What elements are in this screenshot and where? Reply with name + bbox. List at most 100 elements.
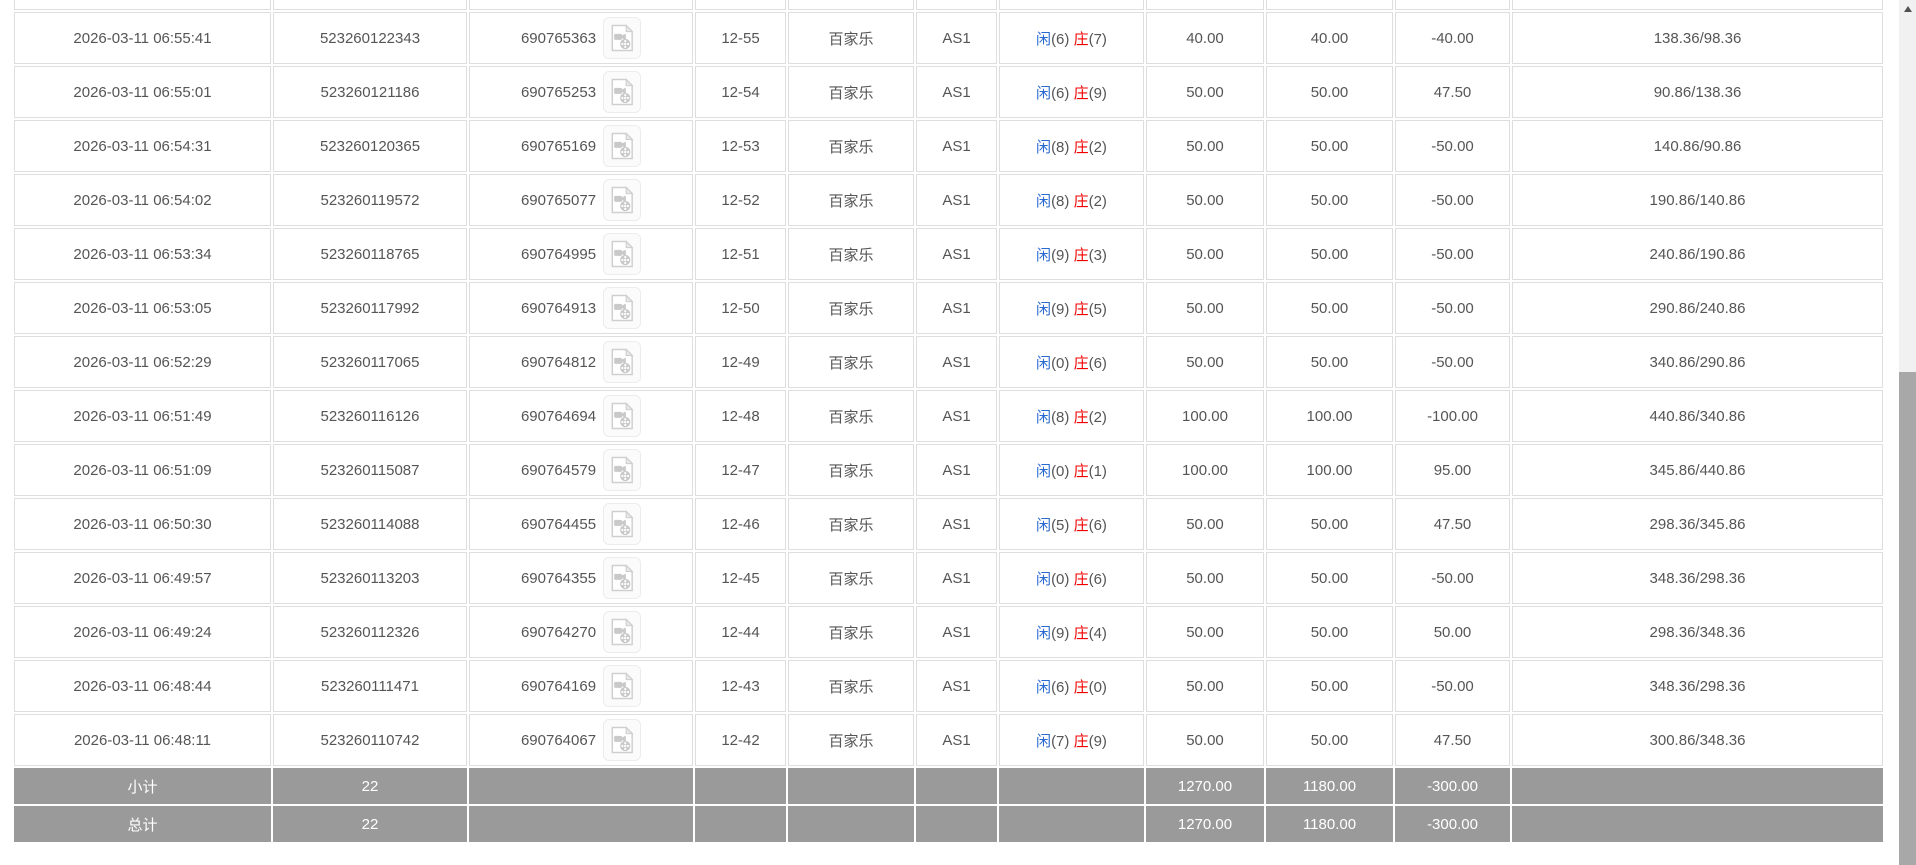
- video-replay-button[interactable]: [603, 503, 641, 545]
- clipped-cell: [14, 0, 271, 10]
- cell-result: 闲(8) 庄(2): [999, 174, 1144, 226]
- cell-game-type: 百家乐: [788, 336, 914, 388]
- cell-table-name: AS1: [916, 552, 997, 604]
- cell-round: 12-44: [695, 606, 786, 658]
- player-score: (9): [1051, 301, 1069, 318]
- player-label: 闲: [1036, 355, 1051, 372]
- cell-balance: 190.86/140.86: [1512, 174, 1883, 226]
- cell-balance: 140.86/90.86: [1512, 120, 1883, 172]
- banker-label: 庄: [1074, 679, 1089, 696]
- cell-result: 闲(9) 庄(5): [999, 282, 1144, 334]
- player-score: (5): [1051, 517, 1069, 534]
- cell-game-type: 百家乐: [788, 390, 914, 442]
- banker-label: 庄: [1074, 301, 1089, 318]
- vertical-scrollbar[interactable]: [1899, 0, 1916, 865]
- cell-round: 12-43: [695, 660, 786, 712]
- cell-game-no: 690764169: [469, 660, 693, 712]
- cell-bet-amount: 50.00: [1146, 66, 1264, 118]
- game-no-text: 690764270: [521, 624, 596, 641]
- cell-balance: 340.86/290.86: [1512, 336, 1883, 388]
- cell-win-loss: 47.50: [1395, 714, 1510, 766]
- video-replay-button[interactable]: [603, 557, 641, 599]
- cell-bet-time: 2026-03-11 06:53:34: [14, 228, 271, 280]
- video-replay-button[interactable]: [603, 611, 641, 653]
- cell-game-type: 百家乐: [788, 606, 914, 658]
- clipped-cell: [916, 0, 997, 10]
- clipped-cell: [469, 0, 693, 10]
- cell-table-name: AS1: [916, 120, 997, 172]
- cell-valid-amount: 100.00: [1266, 390, 1393, 442]
- video-file-icon: [610, 618, 634, 646]
- player-label: 闲: [1036, 193, 1051, 210]
- video-replay-button[interactable]: [603, 665, 641, 707]
- cell-game-type: 百家乐: [788, 552, 914, 604]
- game-no-wrap: 690765253: [521, 71, 641, 113]
- cell-round: 12-49: [695, 336, 786, 388]
- cell-round: 12-42: [695, 714, 786, 766]
- table-row: 2026-03-11 06:49:57523260113203690764355…: [14, 552, 1883, 604]
- summary-label: 小计: [14, 768, 271, 804]
- video-file-icon: [610, 510, 634, 538]
- banker-score: (9): [1089, 85, 1107, 102]
- banker-label: 庄: [1074, 463, 1089, 480]
- video-replay-button[interactable]: [603, 341, 641, 383]
- cell-game-type: 百家乐: [788, 66, 914, 118]
- cell-game-no: 690764579: [469, 444, 693, 496]
- cell-round: 12-55: [695, 12, 786, 64]
- scroll-up-button[interactable]: [1899, 0, 1916, 17]
- summary-label: 总计: [14, 806, 271, 842]
- cell-game-type: 百家乐: [788, 282, 914, 334]
- cell-table-name: AS1: [916, 714, 997, 766]
- cell-valid-amount: 50.00: [1266, 120, 1393, 172]
- scrollbar-thumb[interactable]: [1899, 372, 1916, 865]
- cell-bet-time: 2026-03-11 06:50:30: [14, 498, 271, 550]
- cell-win-loss: -50.00: [1395, 660, 1510, 712]
- video-replay-button[interactable]: [603, 449, 641, 491]
- table-row: 2026-03-11 06:49:24523260112326690764270…: [14, 606, 1883, 658]
- video-replay-button[interactable]: [603, 125, 641, 167]
- video-replay-button[interactable]: [603, 233, 641, 275]
- cell-order-no: 523260120365: [273, 120, 467, 172]
- video-replay-button[interactable]: [603, 71, 641, 113]
- video-replay-button[interactable]: [603, 17, 641, 59]
- video-file-icon: [610, 726, 634, 754]
- table-row: 2026-03-11 06:53:05523260117992690764913…: [14, 282, 1883, 334]
- cell-order-no: 523260117065: [273, 336, 467, 388]
- video-replay-button[interactable]: [603, 395, 641, 437]
- cell-balance: 298.36/348.36: [1512, 606, 1883, 658]
- cell-bet-amount: 50.00: [1146, 606, 1264, 658]
- video-file-icon: [610, 564, 634, 592]
- clipped-cell: [999, 0, 1144, 10]
- player-label: 闲: [1036, 31, 1051, 48]
- cell-bet-amount: 50.00: [1146, 498, 1264, 550]
- table-row: 2026-03-11 06:52:29523260117065690764812…: [14, 336, 1883, 388]
- cell-order-no: 523260114088: [273, 498, 467, 550]
- video-replay-button[interactable]: [603, 287, 641, 329]
- cell-game-no: 690765077: [469, 174, 693, 226]
- table-row: 2026-03-11 06:54:31523260120365690765169…: [14, 120, 1883, 172]
- banker-label: 庄: [1074, 517, 1089, 534]
- video-replay-button[interactable]: [603, 179, 641, 221]
- player-score: (0): [1051, 571, 1069, 588]
- cell-order-no: 523260116126: [273, 390, 467, 442]
- video-file-icon: [610, 132, 634, 160]
- cell-game-no: 690764913: [469, 282, 693, 334]
- banker-score: (6): [1089, 571, 1107, 588]
- player-label: 闲: [1036, 409, 1051, 426]
- cell-game-no: 690765253: [469, 66, 693, 118]
- banker-label: 庄: [1074, 85, 1089, 102]
- cell-game-no: 690764694: [469, 390, 693, 442]
- video-replay-button[interactable]: [603, 719, 641, 761]
- cell-balance: 290.86/240.86: [1512, 282, 1883, 334]
- cell-table-name: AS1: [916, 12, 997, 64]
- banker-label: 庄: [1074, 139, 1089, 156]
- cell-valid-amount: 50.00: [1266, 498, 1393, 550]
- cell-win-loss: -50.00: [1395, 228, 1510, 280]
- summary-empty-result: [999, 806, 1144, 842]
- cell-valid-amount: 50.00: [1266, 660, 1393, 712]
- betting-records-table: 2026-03-11 06:55:41523260122343690765363…: [12, 0, 1885, 844]
- cell-bet-time: 2026-03-11 06:49:24: [14, 606, 271, 658]
- cell-order-no: 523260121186: [273, 66, 467, 118]
- banker-label: 庄: [1074, 571, 1089, 588]
- cell-valid-amount: 50.00: [1266, 336, 1393, 388]
